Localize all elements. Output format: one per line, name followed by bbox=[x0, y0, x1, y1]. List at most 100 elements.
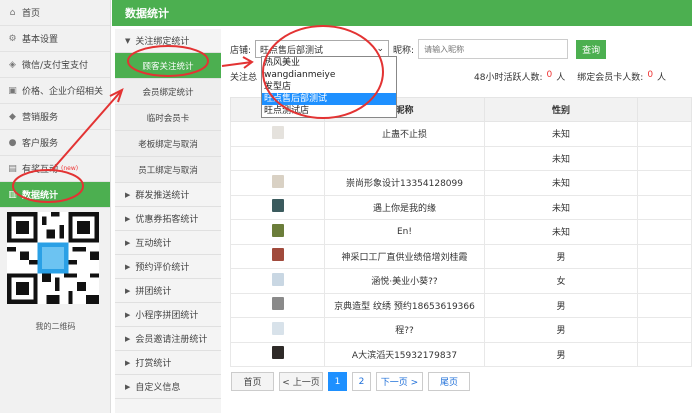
submenu-group[interactable]: ▶ 拼团统计 bbox=[115, 279, 221, 303]
caret-right-icon: ▶ bbox=[125, 262, 131, 271]
avatar-cell bbox=[230, 243, 325, 269]
extra-cell bbox=[637, 341, 692, 367]
caret-down-icon: ▼ bbox=[125, 36, 131, 45]
store-option[interactable]: wangdianmeiye bbox=[262, 69, 396, 81]
caret-right-icon: ▶ bbox=[125, 334, 131, 343]
submenu-group-follow-binding[interactable]: ▼ 关注绑定统计 bbox=[115, 29, 221, 53]
chart-icon: ▥ bbox=[8, 189, 17, 200]
next-page-button[interactable]: 下一页 > bbox=[376, 372, 423, 391]
page-number-button[interactable]: 2 bbox=[352, 372, 371, 391]
page-title: 数据统计 bbox=[112, 0, 692, 26]
gender-cell: 未知 bbox=[484, 194, 638, 220]
submenu-group[interactable]: ▶ 优惠券拓客统计 bbox=[115, 207, 221, 231]
store-option[interactable]: 发型店 bbox=[262, 81, 396, 93]
sidebar-item-label: 基本设置 bbox=[22, 35, 59, 45]
sidebar-item-label: 数据统计 bbox=[22, 191, 59, 201]
first-page-button[interactable]: 首页 bbox=[231, 372, 274, 391]
extra-column-header bbox=[637, 97, 692, 122]
avatar-cell bbox=[230, 194, 325, 220]
submenu-group[interactable]: ▶ 打赏统计 bbox=[115, 351, 221, 375]
sidebar-item[interactable]: ◈ 微信/支付宝支付 bbox=[0, 52, 110, 78]
extra-cell bbox=[637, 219, 692, 245]
avatar-cell bbox=[230, 268, 325, 294]
sidebar-item-label: 客户服务 bbox=[22, 139, 59, 149]
extra-cell bbox=[637, 194, 692, 220]
page-number-button[interactable]: 1 bbox=[328, 372, 347, 391]
sidebar-item[interactable]: ▥ 数据统计 bbox=[0, 182, 110, 208]
submenu-item[interactable]: 顾客关注统计 bbox=[115, 53, 221, 79]
nickname-label: 昵称: bbox=[393, 45, 415, 56]
last-page-button[interactable]: 尾页 bbox=[428, 372, 470, 391]
avatar bbox=[271, 297, 284, 311]
submenu-item[interactable]: 员工绑定与取消 bbox=[115, 157, 221, 183]
avatar-cell bbox=[230, 317, 325, 343]
submenu-group-label: 关注绑定统计 bbox=[135, 37, 190, 47]
submenu-item[interactable]: 老板绑定与取消 bbox=[115, 131, 221, 157]
annotation-arrow-2 bbox=[221, 61, 253, 67]
extra-cell bbox=[637, 145, 692, 171]
chevron-down-icon: ⌄ bbox=[376, 44, 385, 54]
nickname-cell bbox=[324, 145, 485, 171]
store-option[interactable]: 旺点测试店 bbox=[262, 105, 396, 117]
store-select-value: 旺点售后部测试 bbox=[260, 45, 324, 56]
submenu-group-label: 互动统计 bbox=[135, 239, 172, 249]
submenu-group-label: 打赏统计 bbox=[135, 359, 172, 369]
sidebar-item[interactable]: ● 客户服务 bbox=[0, 130, 110, 156]
submenu-group[interactable]: ▶ 小程序拼团统计 bbox=[115, 303, 221, 327]
avatar-cell bbox=[230, 292, 325, 318]
avatar bbox=[271, 272, 284, 286]
avatar bbox=[271, 248, 284, 262]
extra-cell bbox=[637, 268, 692, 294]
sidebar-item[interactable]: ⌂ 首页 bbox=[0, 0, 110, 26]
nickname-cell: En! bbox=[324, 219, 485, 245]
table-row: 未知 bbox=[230, 145, 692, 171]
submenu-item[interactable]: 临时会员卡 bbox=[115, 105, 221, 131]
bound-card-label: 绑定会员卡人数: bbox=[577, 73, 644, 83]
submenu-group-label: 拼团统计 bbox=[135, 287, 172, 297]
table-row: A大滨滔天15932179837 男 bbox=[230, 341, 692, 367]
sidebar-item[interactable]: ▣ 价格、企业介绍相关 bbox=[0, 78, 110, 104]
pagination: 首页 < 上一页 12 下一页 > 尾页 bbox=[231, 372, 475, 391]
caret-right-icon: ▶ bbox=[125, 358, 131, 367]
table-row: 京典造型 纹绣 预约18653619366 男 bbox=[230, 292, 692, 318]
total-follow-label: 关注总 bbox=[230, 73, 258, 83]
nickname-cell: 崇尚形象设计13354128099 bbox=[324, 170, 485, 196]
submenu-group[interactable]: ▶ 会员邀请注册统计 bbox=[115, 327, 221, 351]
avatar bbox=[271, 321, 284, 335]
sidebar-item-label: 价格、企业介绍相关 bbox=[22, 87, 104, 97]
gender-cell: 未知 bbox=[484, 145, 638, 171]
prev-page-button[interactable]: < 上一页 bbox=[279, 372, 323, 391]
nickname-cell: 程?? bbox=[324, 317, 485, 343]
gender-cell: 未知 bbox=[484, 121, 638, 147]
store-option[interactable]: 热风美业 bbox=[262, 57, 396, 69]
store-option[interactable]: 旺点售后部测试 bbox=[262, 93, 396, 105]
caret-right-icon: ▶ bbox=[125, 190, 131, 199]
new-badge: (new) bbox=[61, 165, 79, 172]
submenu-group[interactable]: ▶ 预约评价统计 bbox=[115, 255, 221, 279]
sidebar-item-label: 微信/支付宝支付 bbox=[22, 61, 89, 71]
submenu-item[interactable]: 会员绑定统计 bbox=[115, 79, 221, 105]
table-row: En! 未知 bbox=[230, 219, 692, 245]
bound-card-unit: 人 bbox=[657, 73, 667, 83]
bound-card-value: 0 bbox=[647, 70, 654, 80]
submenu-group[interactable]: ▶ 自定义信息 bbox=[115, 375, 221, 399]
submenu-group-label: 群发推送统计 bbox=[135, 191, 190, 201]
sidebar-item[interactable]: ◆ 营销服务 bbox=[0, 104, 110, 130]
query-button[interactable]: 查询 bbox=[576, 39, 607, 59]
submenu-group[interactable]: ▶ 互动统计 bbox=[115, 231, 221, 255]
store-dropdown-list[interactable]: 热风美业 wangdianmeiye 发型店 旺点售后部测试 旺点测试店 bbox=[261, 56, 397, 118]
sidebar-item[interactable]: ▤ 有奖互动 (new) bbox=[0, 156, 110, 182]
avatar bbox=[271, 223, 284, 237]
active48-value: 0 bbox=[546, 70, 553, 80]
person-icon: ● bbox=[8, 137, 17, 148]
stats-submenu: ▼ 关注绑定统计 顾客关注统计 会员绑定统计 临时会员卡 老板绑定与取消 员工绑定与取消… bbox=[115, 29, 221, 413]
submenu-group[interactable]: ▶ 群发推送统计 bbox=[115, 183, 221, 207]
sidebar-item[interactable]: ⚙ 基本设置 bbox=[0, 26, 110, 52]
submenu-group-label: 预约评价统计 bbox=[135, 263, 190, 273]
gender-cell: 未知 bbox=[484, 170, 638, 196]
document-icon: ▣ bbox=[8, 85, 17, 96]
nickname-input[interactable] bbox=[418, 39, 569, 59]
sidebar-item-label: 首页 bbox=[22, 9, 41, 19]
nickname-cell: A大滨滔天15932179837 bbox=[324, 341, 485, 367]
home-icon: ⌂ bbox=[9, 7, 16, 18]
